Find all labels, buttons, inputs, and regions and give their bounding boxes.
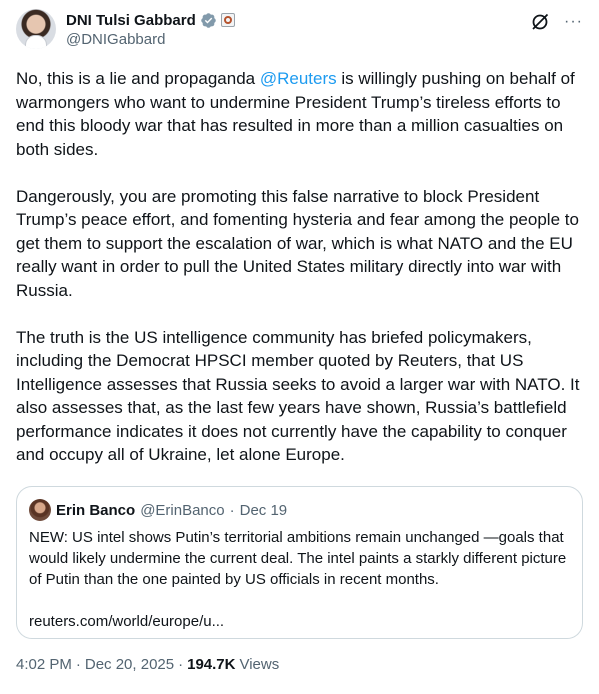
quoted-author-name: Erin Banco	[56, 501, 136, 519]
separator-dot: ·	[178, 656, 184, 673]
views-label: Views	[239, 656, 280, 673]
tweet-header: DNI Tulsi Gabbard @DNIGabbard ···	[16, 8, 583, 52]
author-avatar[interactable]	[16, 9, 56, 49]
separator-dot: ·	[75, 656, 81, 673]
more-horizontal-icon[interactable]: ···	[564, 12, 583, 32]
tweet-paragraph-2: Dangerously, you are promoting this fals…	[16, 186, 579, 300]
tweet-body: No, this is a lie and propaganda @Reuter…	[16, 67, 586, 490]
quoted-tweet-date: Dec 19	[239, 501, 288, 519]
header-actions: ···	[530, 12, 583, 32]
author-name-block: DNI Tulsi Gabbard @DNIGabbard	[66, 10, 235, 48]
quoted-tweet-header: Erin Banco @ErinBanco · Dec 19	[29, 499, 570, 521]
author-handle[interactable]: @DNIGabbard	[66, 31, 235, 48]
grok-slash-icon[interactable]	[530, 12, 550, 32]
tweet-paragraph-1: No, this is a lie and propaganda @Reuter…	[16, 67, 586, 161]
quoted-tweet-card[interactable]: Erin Banco @ErinBanco · Dec 19 NEW: US i…	[16, 486, 583, 639]
tweet-text-segment: No, this is a lie and propaganda	[16, 69, 260, 88]
separator-dot: ·	[229, 501, 235, 519]
verified-badge-icon	[200, 12, 216, 28]
quoted-author-avatar	[29, 499, 51, 521]
tweet-date[interactable]: Dec 20, 2025	[85, 656, 174, 673]
quoted-tweet-link[interactable]: reuters.com/world/europe/u...	[29, 611, 570, 632]
views-count[interactable]: 194.7K	[187, 656, 235, 673]
author-display-name[interactable]: DNI Tulsi Gabbard	[66, 12, 196, 29]
tweet-metadata: 4:02 PM · Dec 20, 2025 · 194.7K Views	[16, 656, 279, 673]
tweet-paragraph-3: The truth is the US intelligence communi…	[16, 327, 580, 465]
affiliation-badge-icon[interactable]	[220, 13, 235, 27]
mention-link-reuters[interactable]: @Reuters	[260, 69, 337, 88]
quoted-tweet-text: NEW: US intel shows Putin’s territorial …	[29, 529, 567, 588]
quoted-author-handle: @ErinBanco	[140, 501, 225, 519]
tweet-time[interactable]: 4:02 PM	[16, 656, 72, 673]
